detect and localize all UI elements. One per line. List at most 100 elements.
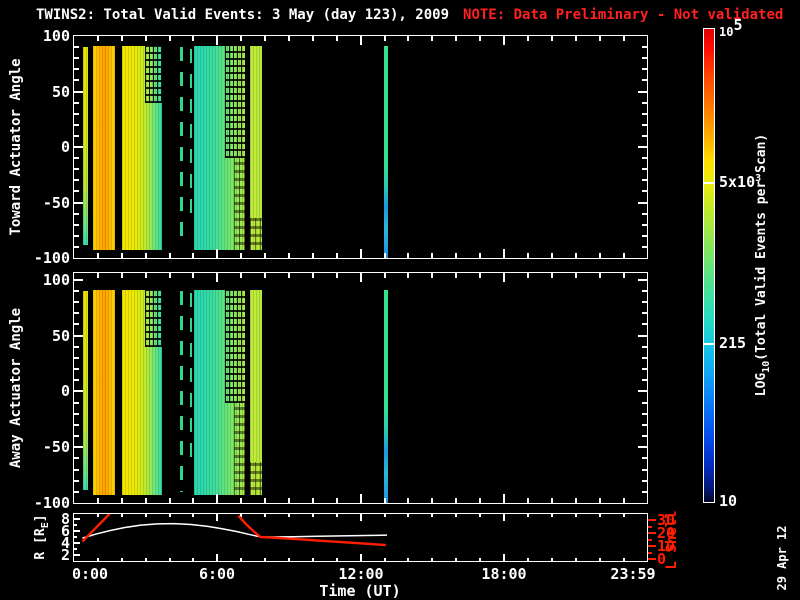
x-tick xyxy=(311,498,314,503)
data-band xyxy=(83,290,89,490)
x-tick-label: 0:00 xyxy=(71,565,109,583)
angle-tick xyxy=(74,345,79,348)
data-band xyxy=(93,45,116,251)
x-tick xyxy=(359,494,362,503)
plot-figure: TWINS2: Total Valid Events: 3 May (day 1… xyxy=(0,0,800,600)
angle-tick xyxy=(74,334,83,337)
toward-axis-title: Toward Actuator Angle xyxy=(8,58,24,236)
away-spectrogram-panel xyxy=(73,272,648,504)
x-tick xyxy=(240,498,243,503)
angle-tick xyxy=(74,90,83,93)
colorbar-tick-label: 5x103 xyxy=(719,173,761,191)
data-band xyxy=(180,290,183,492)
angle-tick-label: -50 xyxy=(42,193,70,212)
striation-overlay xyxy=(83,290,89,490)
angle-tick xyxy=(74,312,79,315)
angle-tick xyxy=(74,323,79,326)
x-tick xyxy=(503,494,506,503)
x-tick xyxy=(407,498,410,503)
x-tick xyxy=(431,273,434,278)
angle-tick xyxy=(74,435,79,437)
angle-tick xyxy=(74,379,79,382)
data-band xyxy=(180,47,183,247)
x-tick xyxy=(383,36,386,41)
angle-tick-label: 100 xyxy=(42,27,70,45)
colorbar-tick-label: 10 xyxy=(719,492,737,510)
angle-tick xyxy=(74,190,79,193)
data-band xyxy=(250,45,263,251)
angle-tick xyxy=(642,57,647,60)
x-tick xyxy=(168,273,171,278)
x-tick xyxy=(216,36,219,45)
angle-tick xyxy=(642,68,647,71)
data-band xyxy=(194,45,246,251)
data-band xyxy=(121,289,163,496)
l-shell-tick xyxy=(648,558,656,561)
x-tick xyxy=(264,253,267,258)
angle-tick xyxy=(74,201,83,204)
x-tick xyxy=(359,249,362,258)
x-tick xyxy=(264,273,267,278)
angle-tick xyxy=(74,368,79,371)
striation-overlay xyxy=(93,45,116,251)
angle-tick xyxy=(74,57,79,60)
x-tick xyxy=(311,273,314,278)
x-tick xyxy=(598,36,601,41)
x-tick xyxy=(503,249,506,258)
angle-tick xyxy=(642,435,647,437)
x-tick xyxy=(335,36,338,41)
x-axis-title: Time (UT) xyxy=(319,582,401,600)
x-tick xyxy=(503,36,506,45)
x-tick xyxy=(288,36,291,41)
l-shell-line xyxy=(81,514,112,543)
x-tick xyxy=(550,253,553,258)
angle-tick xyxy=(642,457,647,460)
angle-tick xyxy=(642,312,647,315)
x-tick xyxy=(335,253,338,258)
angle-tick xyxy=(638,446,647,449)
x-tick xyxy=(479,273,482,278)
x-tick xyxy=(168,253,171,258)
x-tick xyxy=(240,36,243,41)
x-tick xyxy=(192,273,195,278)
x-tick xyxy=(264,498,267,503)
x-tick xyxy=(479,253,482,258)
x-tick xyxy=(407,273,410,278)
data-band xyxy=(384,45,388,258)
speckle-overlay xyxy=(250,462,263,496)
angle-tick xyxy=(74,223,79,226)
l-shell-tick xyxy=(648,532,656,535)
x-tick xyxy=(288,253,291,258)
angle-tick xyxy=(642,157,647,160)
x-tick xyxy=(479,498,482,503)
angle-tick xyxy=(642,345,647,348)
creation-date-stamp: 29 Apr 12 xyxy=(775,525,789,591)
l-shell-tick xyxy=(648,538,652,541)
x-tick xyxy=(574,498,577,503)
page-title: TWINS2: Total Valid Events: 3 May (day 1… xyxy=(36,7,783,23)
colorbar-tick-exponent: 5 xyxy=(733,16,743,34)
x-tick xyxy=(455,273,458,278)
x-tick xyxy=(311,253,314,258)
x-tick xyxy=(144,273,147,278)
away-axis-title: Away Actuator Angle xyxy=(8,307,24,469)
x-tick xyxy=(335,498,338,503)
x-tick xyxy=(431,253,434,258)
colorbar-tick-label: 105 xyxy=(719,16,742,40)
colorbar-tick-label: 215 xyxy=(719,334,746,352)
x-tick xyxy=(574,273,577,278)
angle-tick xyxy=(74,46,79,49)
data-band xyxy=(194,289,246,496)
angle-tick xyxy=(74,479,79,482)
x-tick xyxy=(168,498,171,503)
angle-tick xyxy=(642,490,647,493)
l-shell-line xyxy=(237,514,386,547)
angle-tick xyxy=(642,356,647,359)
x-tick xyxy=(455,36,458,41)
colorbar-tick-base: 215 xyxy=(719,334,747,353)
x-tick xyxy=(455,253,458,258)
angle-tick xyxy=(642,368,647,371)
angle-tick xyxy=(642,112,647,115)
x-tick xyxy=(526,498,529,503)
angle-tick xyxy=(638,146,647,148)
